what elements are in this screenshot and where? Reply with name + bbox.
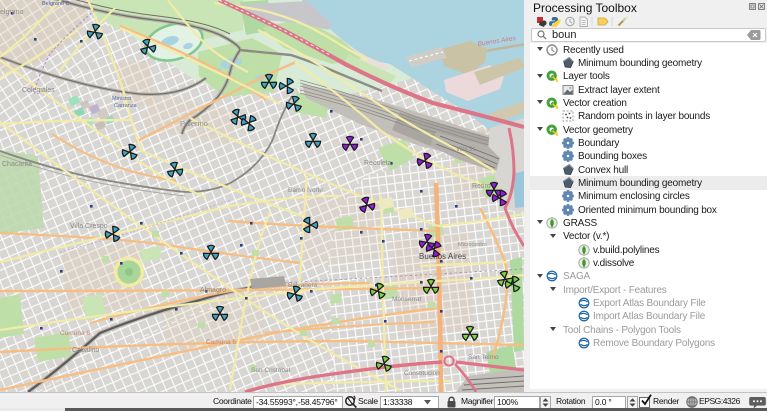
svg-text:Villa 31: Villa 31: [456, 147, 476, 153]
svg-text:Colegiales: Colegiales: [22, 87, 55, 94]
svg-text:elgrano: elgrano: [0, 9, 23, 16]
svg-text:Comuna 6: Comuna 6: [60, 330, 90, 337]
svg-text:Ministro: Ministro: [112, 96, 131, 102]
svg-text:Palermo: Palermo: [180, 119, 208, 128]
svg-text:Caballito: Caballito: [72, 347, 99, 354]
svg-text:Recoleta: Recoleta: [364, 160, 392, 167]
svg-text:Microcentro: Microcentro: [458, 242, 487, 248]
svg-text:Constitución: Constitución: [404, 370, 440, 377]
svg-text:Retiro: Retiro: [472, 183, 491, 190]
svg-text:Carranza: Carranza: [114, 103, 138, 109]
svg-text:Buenos Aires: Buenos Aires: [419, 252, 466, 261]
svg-text:Comuna 5: Comuna 5: [206, 339, 236, 346]
svg-text:Chacarita: Chacarita: [2, 161, 32, 168]
svg-text:San Cristóbal: San Cristóbal: [251, 367, 291, 374]
svg-text:Almagro: Almagro: [200, 287, 226, 294]
svg-text:San Telmo: San Telmo: [468, 354, 499, 361]
svg-text:Monserrat: Monserrat: [392, 296, 421, 303]
svg-text:Villa Crespo: Villa Crespo: [70, 223, 108, 230]
svg-text:Barrio Norte: Barrio Norte: [288, 187, 323, 194]
svg-text:Balvanera: Balvanera: [288, 282, 318, 289]
svg-text:Belgrano C: Belgrano C: [42, 1, 70, 7]
